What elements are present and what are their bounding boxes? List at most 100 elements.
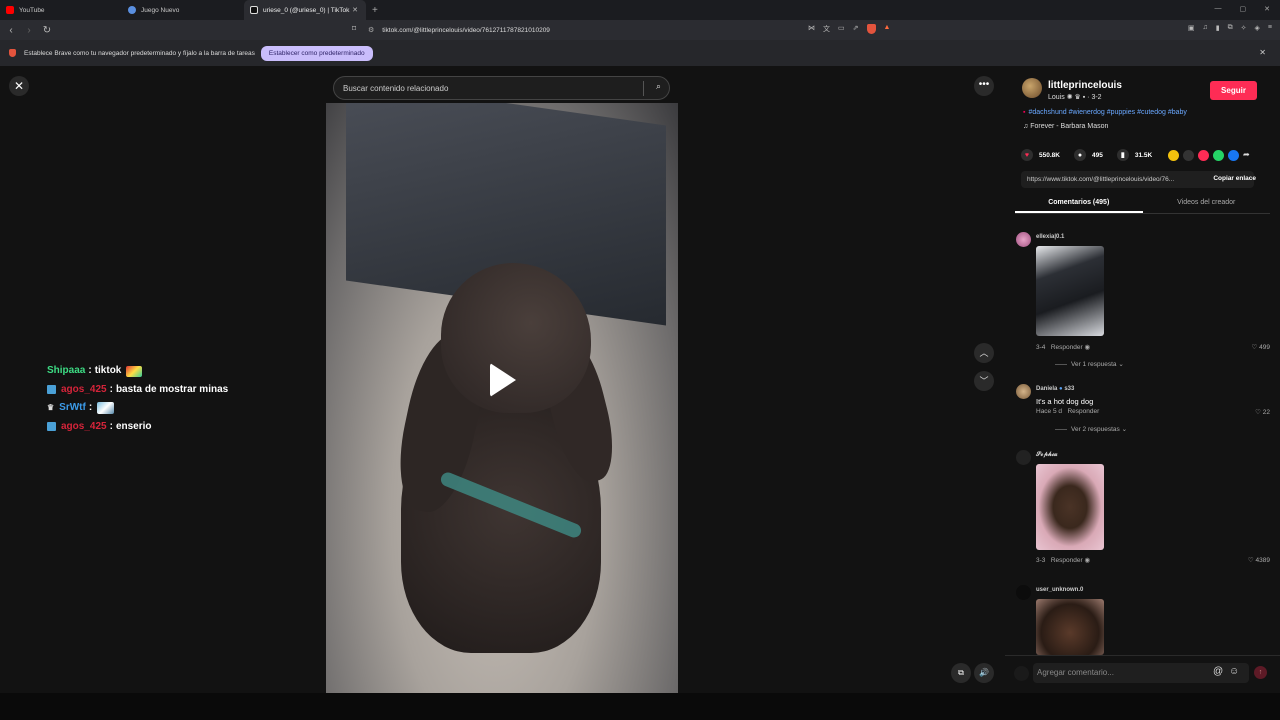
close-viewer-button[interactable]: ✕ xyxy=(9,76,29,96)
mention-icon[interactable]: @ xyxy=(1213,666,1223,677)
creator-avatar[interactable] xyxy=(1022,78,1042,98)
chat-sep: : xyxy=(88,365,92,376)
maximize-icon[interactable]: ▢ xyxy=(1240,5,1247,13)
video-link-field[interactable]: https://www.tiktok.com/@littleprinceloui… xyxy=(1021,171,1256,188)
likes-count: 550.8K xyxy=(1039,151,1060,159)
share-emoji-icon[interactable] xyxy=(1168,150,1179,161)
tab-youtube[interactable]: YouTube xyxy=(0,0,122,20)
creator-liked-icon: ◉ xyxy=(1084,557,1091,564)
back-icon[interactable]: ‹ xyxy=(4,25,18,36)
share-options: ➦ xyxy=(1168,150,1254,161)
hashtag-text[interactable]: #dachshund #wienerdog #puppies #cutedog … xyxy=(1028,109,1186,116)
copy-link-button[interactable]: Copiar enlace xyxy=(1213,175,1256,182)
follow-button[interactable]: Seguir xyxy=(1210,81,1257,100)
music-info[interactable]: ♫ Forever - Barbara Mason xyxy=(1023,123,1108,130)
emoji-icon[interactable]: ☺ xyxy=(1229,666,1239,677)
tab-juego-nuevo[interactable]: Juego Nuevo xyxy=(122,0,244,20)
verified-icon: ● xyxy=(1059,386,1063,392)
whatsapp-icon[interactable] xyxy=(1213,150,1224,161)
minimize-icon[interactable]: — xyxy=(1215,5,1222,13)
tag-emoji-icon: ▪ xyxy=(1023,109,1026,116)
chat-message: agos_425 : enserio xyxy=(47,418,228,437)
tab-creator-videos[interactable]: Videos del creador xyxy=(1143,192,1271,213)
share-arrow-icon[interactable]: ➦ xyxy=(1243,150,1254,161)
reply-button[interactable]: Responder xyxy=(1051,557,1083,564)
previous-video-button[interactable]: ︿ xyxy=(974,343,994,363)
extensions-icon[interactable]: ✧ xyxy=(1241,24,1247,32)
next-video-button[interactable]: ﹀ xyxy=(974,371,994,391)
more-options-button[interactable]: ••• xyxy=(974,76,994,96)
new-tab-button[interactable]: + xyxy=(372,5,378,16)
comment-likes[interactable]: ♡ 22 xyxy=(1255,408,1270,416)
commenter-name-row: Daniela ● s33 xyxy=(1036,386,1074,392)
comment-item: ellexia|0.1 3-4 Responder ◉ ♡ 499 Ver 1 … xyxy=(1015,232,1270,372)
commenter-avatar[interactable] xyxy=(1016,384,1031,399)
comment-image[interactable] xyxy=(1036,246,1104,336)
sidebar-icon[interactable]: ▮ xyxy=(1216,24,1220,32)
reply-button[interactable]: Responder xyxy=(1067,408,1099,415)
creator-display-name: Louis xyxy=(1048,94,1065,101)
search-icon[interactable]: ⌕ xyxy=(656,81,661,92)
hashtags: ▪ #dachshund #wienerdog #puppies #cutedog… xyxy=(1023,109,1187,116)
bookmark-icon[interactable]: ⌑ xyxy=(352,24,356,33)
facebook-icon[interactable] xyxy=(1228,150,1239,161)
related-search-box[interactable]: Buscar contenido relacionado ⌕ xyxy=(333,76,670,100)
more-icon: ••• xyxy=(978,79,990,90)
emote-icon xyxy=(126,365,143,377)
play-icon[interactable] xyxy=(490,363,516,397)
brave-rewards-icon[interactable]: ▲ xyxy=(884,24,891,34)
commenter-avatar[interactable] xyxy=(1016,232,1031,247)
chat-message: ♛ SrWtf : xyxy=(47,399,228,418)
bookmark-icon[interactable]: ▮ xyxy=(1116,149,1129,161)
comment-text: It's a hot dog dog xyxy=(1036,397,1094,406)
chat-user: agos_425 xyxy=(61,420,107,432)
set-default-button[interactable]: Establecer como predeterminado xyxy=(260,45,373,61)
commenter-avatar[interactable] xyxy=(1016,450,1031,465)
forward-icon[interactable]: › xyxy=(22,25,36,36)
tab-comments[interactable]: Comentarios (495) xyxy=(1015,192,1143,213)
embed-icon[interactable] xyxy=(1183,150,1194,161)
chat-message: agos_425 : basta de mostrar minas xyxy=(47,381,228,400)
wallet-icon[interactable]: ▣ xyxy=(1188,24,1195,32)
commenter-name[interactable]: Daniela xyxy=(1036,386,1057,392)
chat-badge-icon xyxy=(47,385,56,395)
creator-username[interactable]: littleprincelouis xyxy=(1048,80,1122,91)
cast-icon[interactable]: ▭ xyxy=(838,24,845,34)
video-player[interactable] xyxy=(326,103,678,693)
reader-icon[interactable]: ⋈ xyxy=(808,24,815,34)
view-replies-button[interactable]: Ver 1 respuesta ⌄ xyxy=(1055,360,1124,368)
creator-subtitle: Louis ✺ ♛ ▪ · 3-2 xyxy=(1048,94,1102,101)
comment-image[interactable] xyxy=(1036,464,1104,550)
vpn-icon[interactable]: ◈ xyxy=(1255,24,1260,32)
comment-icon[interactable]: ● xyxy=(1073,149,1086,161)
send-icon[interactable]: ↑ xyxy=(1254,666,1267,679)
comment-likes[interactable]: ♡ 4389 xyxy=(1248,556,1270,564)
view-replies-button[interactable]: Ver 2 respuestas ⌄ xyxy=(1055,425,1127,433)
site-settings-icon[interactable]: ⚙ xyxy=(368,26,374,34)
share-icon[interactable]: ⇗ xyxy=(853,24,859,34)
pip-button[interactable]: ⧉ xyxy=(951,663,971,683)
volume-button[interactable]: 🔊 xyxy=(974,663,994,683)
music-icon[interactable]: ♫ xyxy=(1203,24,1208,32)
commenter-name[interactable]: 𝓢𝓸𝓹𝓱𝓲𝓪 xyxy=(1036,452,1058,459)
comments-count: 495 xyxy=(1091,151,1103,159)
commenter-avatar[interactable] xyxy=(1016,585,1031,600)
chat-message: Shipaaa : tiktok xyxy=(47,362,228,381)
translate-icon[interactable]: 文 xyxy=(823,24,830,34)
tab-tiktok[interactable]: uriese_0 (@uriese_0) | TikTok ✕ xyxy=(244,0,366,20)
send-to-friends-icon[interactable] xyxy=(1198,150,1209,161)
close-window-icon[interactable]: ✕ xyxy=(1264,5,1270,13)
comment-image[interactable] xyxy=(1036,599,1104,655)
menu-icon[interactable]: ≡ xyxy=(1268,24,1272,32)
reply-button[interactable]: Responder xyxy=(1051,344,1083,351)
heart-icon[interactable]: ♥ xyxy=(1021,149,1033,161)
split-icon[interactable]: ⧉ xyxy=(1228,24,1233,32)
brave-shield-icon[interactable] xyxy=(866,24,876,34)
close-tab-icon[interactable]: ✕ xyxy=(352,6,358,14)
url-text: tiktok.com/@littleprincelouis/video/7612… xyxy=(382,26,550,34)
comment-likes[interactable]: ♡ 499 xyxy=(1252,343,1271,351)
reload-icon[interactable]: ↻ xyxy=(40,25,54,36)
commenter-name[interactable]: ellexia|0.1 xyxy=(1036,234,1064,240)
commenter-name[interactable]: user_unknown.0 xyxy=(1036,587,1083,593)
close-infobar-icon[interactable]: ✕ xyxy=(1259,48,1266,57)
